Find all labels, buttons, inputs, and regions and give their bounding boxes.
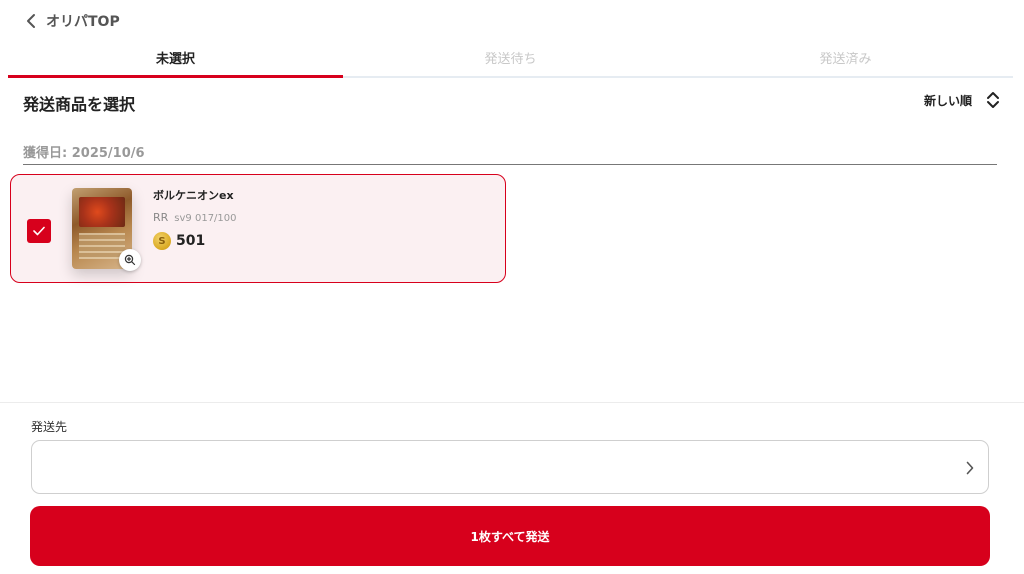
coin-icon: S <box>153 232 171 250</box>
item-card[interactable]: ボルケニオンex RR sv9 017/100 S 501 <box>10 174 506 283</box>
tab-shipped[interactable]: 発送済み <box>678 46 1013 76</box>
sort-order-label: 新しい順 <box>923 93 972 108</box>
zoom-in-icon <box>124 254 136 266</box>
tab-awaiting-shipment[interactable]: 発送待ち <box>343 46 678 76</box>
item-checkbox[interactable] <box>27 219 51 243</box>
sort-chevrons-icon <box>987 92 999 108</box>
shipping-status-tabs: 未選択 発送待ち 発送済み <box>8 46 1013 78</box>
item-rarity: RR <box>153 211 169 224</box>
item-price-value: 501 <box>176 233 206 249</box>
item-set-number: sv9 017/100 <box>174 213 237 224</box>
item-price: S 501 <box>153 232 205 250</box>
acquired-date-label: 獲得日: 2025/10/6 <box>23 146 145 161</box>
acquired-date-header: 獲得日: 2025/10/6 <box>23 142 997 165</box>
item-meta: RR sv9 017/100 <box>153 211 237 224</box>
zoom-in-button[interactable] <box>119 249 141 271</box>
sort-order-dropdown[interactable]: 新しい順 <box>924 90 1000 110</box>
ship-all-button[interactable]: 1枚すべて発送 <box>30 506 990 566</box>
chevron-left-icon <box>27 14 35 28</box>
back-link-label: オリパTOP <box>46 14 120 30</box>
section-divider <box>0 402 1024 403</box>
checkmark-icon <box>33 226 45 236</box>
back-to-oripa-top-link[interactable]: オリパTOP <box>24 11 120 31</box>
tab-unselected[interactable]: 未選択 <box>8 46 343 78</box>
destination-selector[interactable] <box>31 440 989 494</box>
destination-label: 発送先 <box>31 420 68 434</box>
section-title: 発送商品を選択 <box>23 95 136 114</box>
item-name: ボルケニオンex <box>153 189 234 202</box>
chevron-right-icon <box>966 461 974 475</box>
